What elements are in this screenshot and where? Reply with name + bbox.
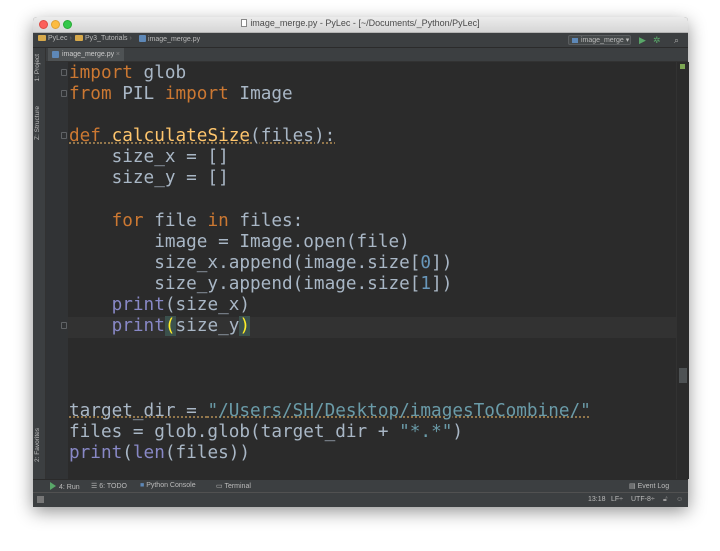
event-log-button[interactable]: ▤ Event Log — [629, 482, 669, 490]
tool-windows-toggle-icon[interactable] — [37, 496, 47, 504]
close-tab-icon[interactable]: × — [116, 48, 120, 61]
fold-marker-icon[interactable] — [61, 69, 67, 76]
code-line-1: import glob — [69, 63, 187, 83]
breadcrumb-project[interactable]: PyLec › — [38, 35, 74, 42]
inspection-status-icon[interactable] — [680, 64, 685, 69]
encoding-indicator[interactable]: UTF-8÷ — [631, 496, 655, 503]
navigation-bar: PyLec › Py3_Tutorials › image_merge.py ima… — [33, 33, 688, 48]
python-file-icon — [52, 51, 59, 58]
terminal-button[interactable]: ▭ Terminal — [216, 482, 251, 490]
editor-tab-image-merge[interactable]: image_merge.py × — [48, 48, 124, 61]
code-line-2: from PIL import Image — [69, 84, 293, 105]
code-line-9: image = Image.open(file) — [69, 231, 410, 252]
python-file-icon — [139, 35, 146, 42]
fold-marker-icon[interactable] — [61, 322, 67, 329]
code-line-6: size_y = [] — [69, 168, 229, 189]
python-console-button[interactable]: ■ Python Console — [140, 482, 196, 489]
folder-icon — [75, 35, 83, 41]
scroll-thumb[interactable] — [679, 368, 687, 383]
code-line-8: for file in files: — [111, 210, 304, 231]
editor-gutter — [46, 62, 68, 482]
search-icon[interactable]: ⌕ — [674, 34, 679, 46]
structure-tool-tab[interactable]: Z: Structure — [34, 106, 41, 140]
code-line-4: def calculateSize(files): — [69, 126, 336, 147]
play-icon[interactable]: ▶ — [639, 34, 646, 46]
breadcrumb-file[interactable]: image_merge.py — [139, 35, 200, 43]
code-line-18: files = glob.glob(target_dir + "*.*") — [69, 421, 464, 442]
todo-icon: ☰ — [91, 483, 100, 490]
status-bar: 13:18 LF÷ UTF-8÷ 🔓︎ ☺︎ — [33, 492, 688, 507]
editor-scrollbar[interactable] — [676, 62, 689, 479]
bottom-tool-bar: 4: Run ☰ 6: TODO ■ Python Console ▭ Term… — [33, 479, 688, 492]
run-configuration-select[interactable]: image_merge ▾ — [568, 35, 631, 45]
fold-marker-icon[interactable] — [61, 132, 67, 139]
todo-tool-button[interactable]: ☰ 6: TODO — [91, 482, 127, 490]
folder-icon — [38, 35, 46, 41]
chevron-down-icon: ▾ — [625, 37, 630, 44]
caret-position[interactable]: 13:18 — [588, 496, 606, 503]
line-separator-indicator[interactable]: LF÷ — [611, 496, 623, 503]
code-line-12: print(size_x) — [111, 295, 251, 316]
project-tool-tab[interactable]: 1: Project — [34, 54, 41, 81]
code-line-10: size_x.append(image.size[0]) — [69, 252, 453, 273]
file-icon — [241, 19, 248, 27]
code-line-17: target_dir = "/Users/SH/Desktop/imagesTo… — [69, 400, 591, 421]
code-line-19: print(len(files)) — [69, 442, 251, 463]
code-line-5: size_x = [] — [69, 147, 229, 168]
code-line-13: print(size_y) — [111, 316, 251, 337]
lock-icon[interactable]: 🔓︎ — [663, 496, 668, 504]
window-title: image_merge.py - PyLec - [~/Documents/_P… — [33, 18, 688, 28]
event-log-icon: ▤ — [629, 483, 638, 490]
left-tool-strip: 1: Project Z: Structure 2: Favorites — [33, 48, 46, 483]
inspector-icon[interactable]: ☺︎ — [676, 496, 683, 503]
breadcrumb-folder[interactable]: Py3_Tutorials › — [75, 35, 134, 42]
fold-marker-icon[interactable] — [61, 90, 67, 97]
title-bar: image_merge.py - PyLec - [~/Documents/_P… — [33, 17, 688, 33]
code-content[interactable]: import glob from PIL import Image def ca… — [69, 63, 591, 464]
bug-icon[interactable]: ✲ — [653, 34, 661, 46]
code-line-11: size_y.append(image.size[1]) — [69, 273, 453, 294]
editor-tab-bar: image_merge.py × — [46, 48, 688, 62]
play-icon — [50, 482, 56, 490]
favorites-tool-tab[interactable]: 2: Favorites — [34, 428, 41, 462]
python-icon — [572, 38, 578, 43]
run-tool-button[interactable]: 4: Run — [50, 482, 80, 491]
